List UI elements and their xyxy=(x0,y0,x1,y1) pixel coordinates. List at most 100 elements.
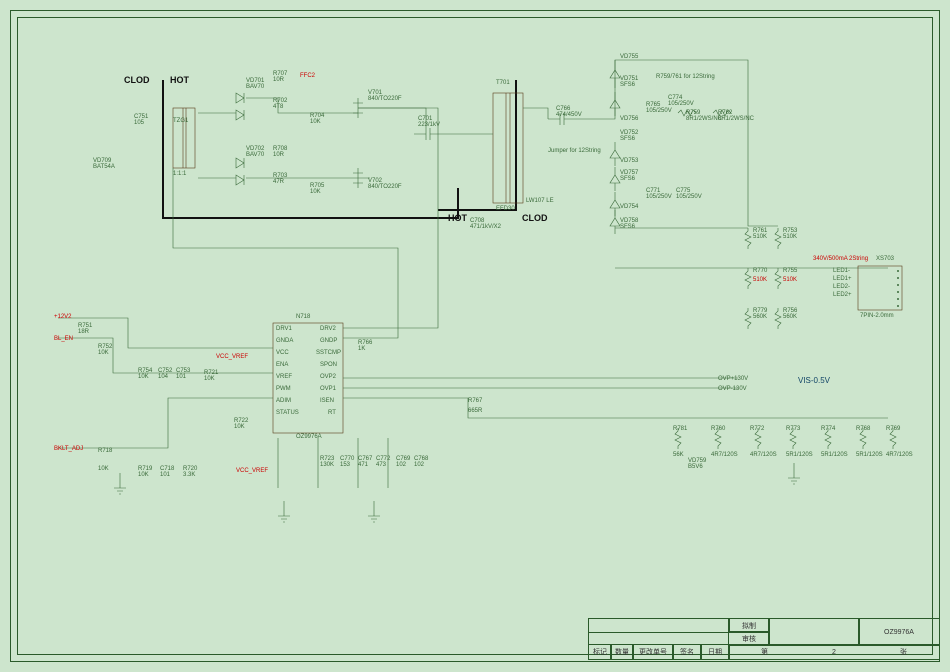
val-vd709: BAT54A xyxy=(93,164,115,170)
ref-t701: T701 xyxy=(496,80,510,86)
col-2: 更改单号 xyxy=(632,644,674,660)
val-r707: 10R xyxy=(273,77,284,83)
val-c768: 102 xyxy=(414,462,424,468)
val-c767: 471 xyxy=(358,462,368,468)
page-suffix: 张 xyxy=(900,647,907,657)
tb-empty xyxy=(768,618,860,646)
val-r708: 10R xyxy=(273,152,284,158)
ic-p16: DRV2 xyxy=(320,326,336,332)
ref-vd754: VD754 xyxy=(620,204,638,210)
ic-p14: SSTCMP xyxy=(316,350,341,356)
val-r759: 8R1/2WS/NC xyxy=(686,116,722,122)
val-r718: 10K xyxy=(98,466,109,472)
val-c772: 473 xyxy=(376,462,386,468)
val-c751: 105 xyxy=(134,120,144,126)
ref-r768: R768 xyxy=(856,426,870,432)
ref-r769: R769 xyxy=(886,426,900,432)
ref-r774: R774 xyxy=(821,426,835,432)
ref-tg01: TZG1 xyxy=(173,118,188,124)
ic-p5: VREF xyxy=(276,374,292,380)
val-r721: 10K xyxy=(204,376,215,382)
net-12v: +12V2 xyxy=(54,314,72,320)
val-r770: 510K xyxy=(753,277,767,283)
val-v702: 840/TO220F xyxy=(368,184,402,190)
val-c753: 101 xyxy=(176,374,186,380)
val-tg01: 1:1:1 xyxy=(173,171,186,177)
val-vd758: SFS6 xyxy=(620,224,635,230)
val-c718: 101 xyxy=(160,472,170,478)
val-r701: 4T8 xyxy=(273,104,283,110)
ref-r781: R781 xyxy=(673,426,687,432)
net-vis: VIS-0.5V xyxy=(798,376,830,385)
note-2string: R759/761 for 12String xyxy=(656,74,715,80)
tb-title: OZ9976A xyxy=(858,618,940,646)
val-r765: 105/250V xyxy=(646,108,672,114)
ic-p6: PWM xyxy=(276,386,291,392)
val-r753: 510K xyxy=(783,234,797,240)
val-r772: 4R7/120S xyxy=(750,452,777,458)
net-bl-en: BL_EN xyxy=(54,336,73,342)
ic-p13: SPON xyxy=(320,362,337,368)
ic-p7: ADIM xyxy=(276,398,291,404)
val-vd701: BAV70 xyxy=(246,84,264,90)
val-r760: 4R7/120S xyxy=(711,452,738,458)
schematic-svg xyxy=(18,18,946,668)
val-r756: 560K xyxy=(783,314,797,320)
ref-vd753: VD753 xyxy=(620,158,638,164)
label-clod-2: CLOD xyxy=(522,213,548,223)
val-r769: 4R7/120S xyxy=(886,452,913,458)
val-r705: 10K xyxy=(310,189,321,195)
val-vd759: B5V6 xyxy=(688,464,703,470)
ic-part: OZ9976A xyxy=(296,434,322,440)
val-c775: 105/250V xyxy=(676,194,702,200)
ref-r718: R718 xyxy=(98,448,112,454)
val-r720: 3.3K xyxy=(183,472,195,478)
val-r719: 10K xyxy=(138,472,149,478)
val-r773: 5R1/120S xyxy=(786,452,813,458)
ic-p11: OVP1 xyxy=(320,386,336,392)
val-r704: 10K xyxy=(310,119,321,125)
led-spec: 340V/500mA 2String xyxy=(813,256,868,262)
val-r723: 130K xyxy=(320,462,334,468)
val-r768: 5R1/120S xyxy=(856,452,883,458)
ic-p12: OVP2 xyxy=(320,374,336,380)
val-r752: 10K xyxy=(98,350,109,356)
col-1: 数量 xyxy=(610,644,634,660)
val-r722: 10K xyxy=(234,424,245,430)
ic-p2: GNDA xyxy=(276,338,293,344)
net-ovp1: OVP+130V xyxy=(718,376,748,382)
ref-xs703: XS703 xyxy=(876,256,894,262)
val-r702: 47R xyxy=(273,179,284,185)
ic-p15: GNDP xyxy=(320,338,337,344)
val-r774: 5R1/120S xyxy=(821,452,848,458)
val-vd702: BAV70 xyxy=(246,152,264,158)
col-0: 标记 xyxy=(588,644,612,660)
net-vref2: VCC_VREF xyxy=(236,468,268,474)
ic-p9: RT xyxy=(328,410,336,416)
val-v701: 840/TO220F xyxy=(368,96,402,102)
col-4: 日期 xyxy=(700,644,730,660)
page-prefix: 第 xyxy=(761,647,768,657)
val-r762: 8R1/2WS/NC xyxy=(718,116,754,122)
ic-p3: VCC xyxy=(276,350,289,356)
ref-vd756: VD756 xyxy=(620,116,638,122)
val-r761: 510K xyxy=(753,234,767,240)
ref-r760: R760 xyxy=(711,426,725,432)
ref-r770: R770 xyxy=(753,268,767,274)
ref-vd755: VD755 xyxy=(620,54,638,60)
net-ffc: FFC2 xyxy=(300,73,315,79)
ref-r773: R773 xyxy=(786,426,800,432)
val-c771: 105/250V xyxy=(646,194,672,200)
conn-type: 7PIN-2.0mm xyxy=(860,313,894,319)
label-hot-1: HOT xyxy=(170,75,189,85)
ic-p4: ENA xyxy=(276,362,288,368)
val-r766: 1K xyxy=(358,346,365,352)
ref-r772: R772 xyxy=(750,426,764,432)
ic-ref: N718 xyxy=(296,314,310,320)
drawing-area: CLOD HOT HOT CLOD FFC2 C751 105 VD709 BA… xyxy=(17,17,933,655)
page-cell: 第 2 张 xyxy=(728,644,940,660)
col-3: 签名 xyxy=(672,644,702,660)
ic-p1: DRV1 xyxy=(276,326,292,332)
val-c708: 471/1kV/X2 xyxy=(470,224,501,230)
page-num: 2 xyxy=(832,649,836,656)
